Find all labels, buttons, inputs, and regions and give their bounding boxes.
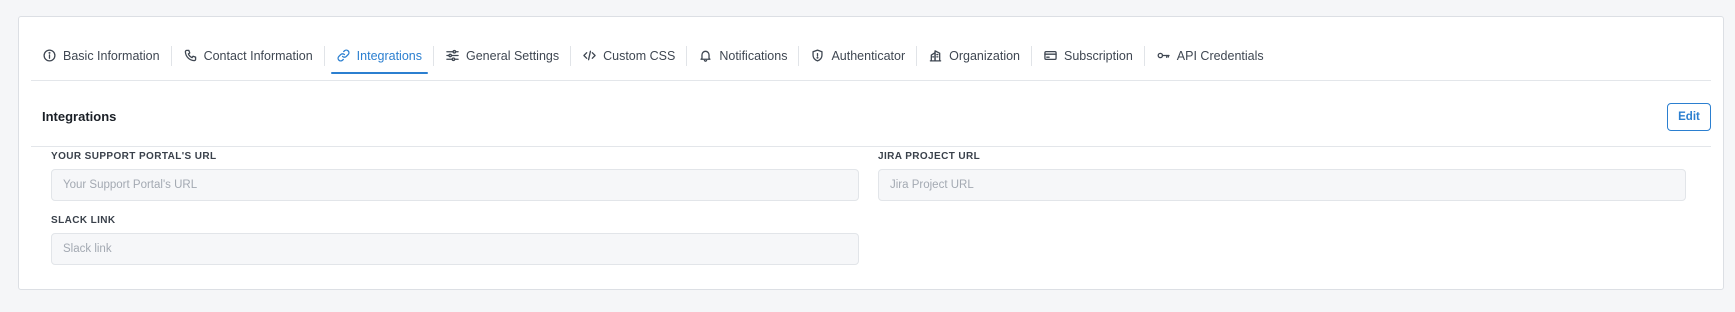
tab-custom-css[interactable]: Custom CSS: [570, 40, 687, 72]
support-portal-input[interactable]: [51, 169, 859, 201]
edit-button[interactable]: Edit: [1667, 102, 1711, 131]
tab-basic-information[interactable]: Basic Information: [31, 40, 172, 72]
jira-project-label: JIRA PROJECT URL: [878, 151, 981, 162]
tab-label: Organization: [949, 48, 1020, 63]
tab-label: API Credentials: [1176, 48, 1264, 63]
jira-project-field: JIRA PROJECT URL: [878, 151, 1686, 201]
link-icon: [337, 49, 350, 62]
section-header: Integrations Edit: [31, 87, 1711, 147]
credit-card-icon: [1044, 49, 1057, 62]
key-icon: [1157, 49, 1170, 62]
tab-label: Integrations: [356, 48, 422, 63]
support-portal-label: YOUR SUPPORT PORTAL'S URL: [51, 151, 217, 162]
support-portal-field: YOUR SUPPORT PORTAL'S URL: [51, 151, 859, 201]
tab-api-credentials[interactable]: API Credentials: [1143, 40, 1276, 72]
tab-integrations[interactable]: Integrations: [323, 40, 434, 74]
tab-contact-information[interactable]: Contact Information: [170, 40, 325, 72]
tab-label: Contact Information: [203, 48, 313, 63]
tab-general-settings[interactable]: General Settings: [432, 40, 571, 72]
tab-label: Subscription: [1064, 48, 1133, 63]
tab-notifications[interactable]: Notifications: [686, 40, 799, 72]
slack-link-input[interactable]: [51, 233, 859, 265]
code-icon: [583, 49, 596, 62]
tab-label: Basic Information: [63, 48, 160, 63]
tab-subscription[interactable]: Subscription: [1031, 40, 1145, 72]
sliders-icon: [446, 49, 459, 62]
settings-card: Basic Information Contact Information In…: [18, 16, 1724, 290]
slack-link-field: SLACK LINK: [51, 215, 859, 265]
tab-label: General Settings: [466, 48, 560, 63]
tab-label: Custom CSS: [603, 48, 676, 63]
shield-icon: [811, 49, 824, 62]
jira-project-input[interactable]: [878, 169, 1686, 201]
settings-tabs: Basic Information Contact Information In…: [31, 31, 1711, 81]
slack-link-label: SLACK LINK: [51, 215, 116, 226]
bell-icon: [699, 49, 712, 62]
section-title: Integrations: [42, 109, 117, 124]
info-icon: [43, 49, 56, 62]
tab-organization[interactable]: Organization: [916, 40, 1032, 72]
tab-label: Authenticator: [831, 48, 906, 63]
phone-icon: [184, 49, 197, 62]
tab-authenticator[interactable]: Authenticator: [798, 40, 917, 72]
tab-label: Notifications: [719, 48, 788, 63]
building-icon: [929, 49, 942, 62]
